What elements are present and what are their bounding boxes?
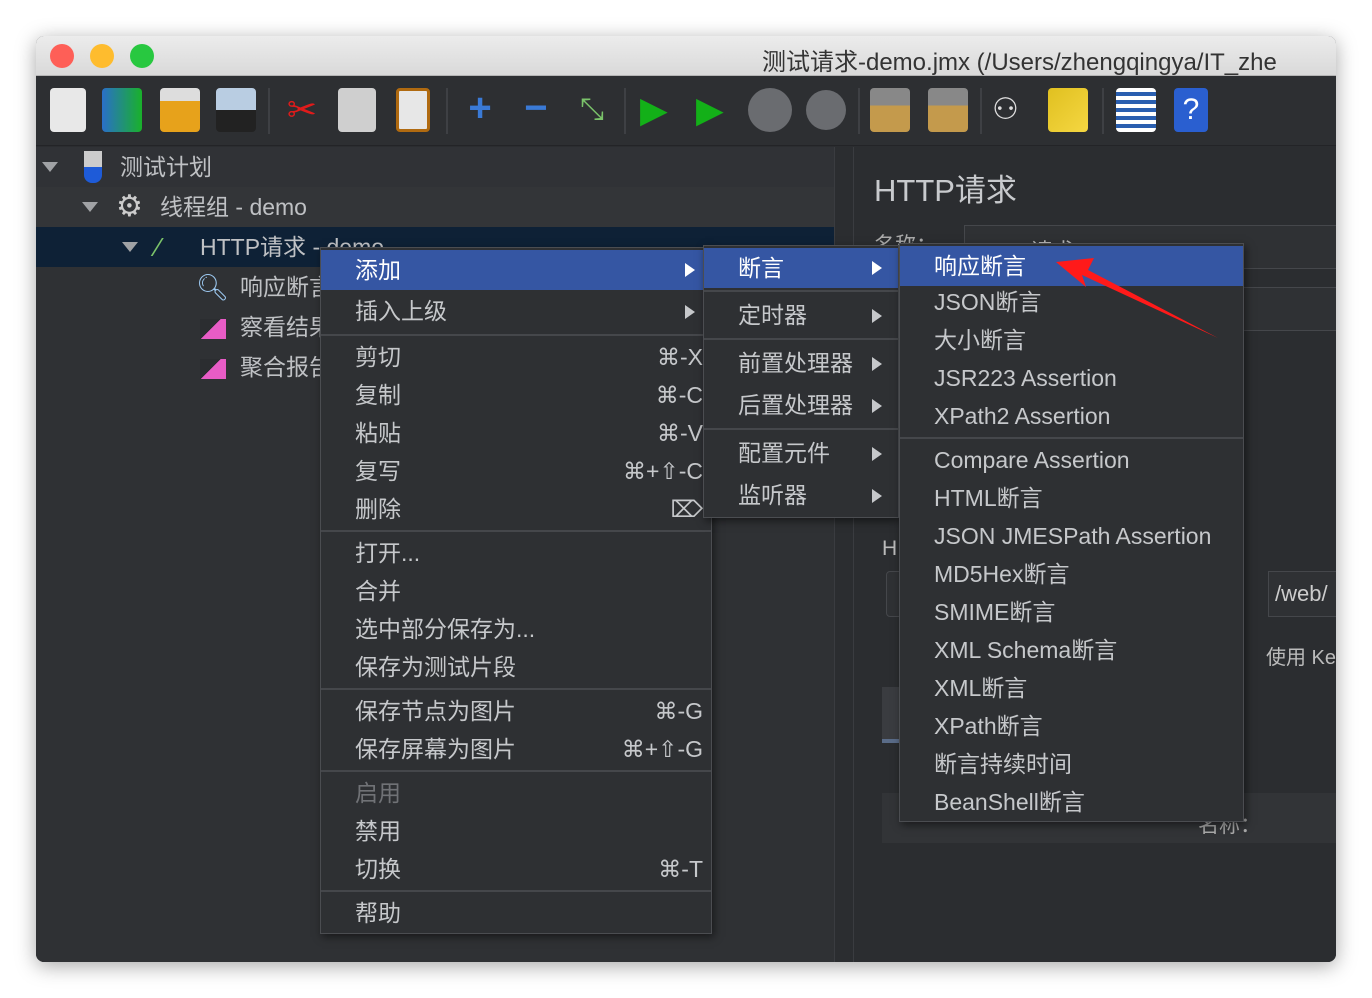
annotation-arrow-icon: [1056, 258, 1218, 338]
